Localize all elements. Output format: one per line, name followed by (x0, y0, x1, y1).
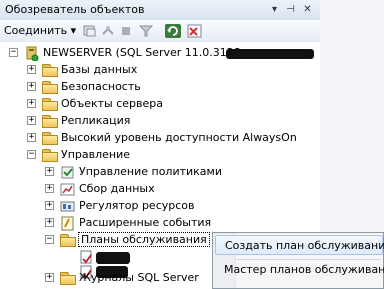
toolbar: Соединить ▾ (0, 20, 320, 43)
context-menu: Создать план обслуживания... Мастер план… (212, 232, 384, 289)
tree-node-label: Журналы SQL Server (79, 271, 199, 284)
maintenance-plan-icon (80, 250, 92, 264)
expand-icon[interactable]: + (45, 167, 54, 176)
folder-icon (42, 115, 58, 128)
folder-open-icon (60, 234, 76, 247)
tree-node-label: Расширенные события (79, 216, 212, 229)
tree-node-label: Управление (61, 148, 131, 161)
expand-icon[interactable]: + (45, 218, 54, 227)
tree-node[interactable]: + Расширенные события (0, 215, 320, 232)
tree-node-server[interactable]: − NEWSERVER (SQL Server 11.0.3128 - (0, 45, 320, 62)
tree-node[interactable]: + Объекты сервера (0, 96, 320, 113)
tree-node-management[interactable]: − Управление (0, 147, 320, 164)
refresh-icon[interactable] (165, 24, 181, 38)
title-bar: Обозреватель объектов ▾ ⊣ ✕ (0, 0, 320, 21)
menu-item-label: Создать план обслуживания... (225, 239, 384, 252)
close-icon[interactable]: ✕ (301, 3, 314, 16)
expand-icon[interactable]: + (27, 99, 36, 108)
expand-icon[interactable]: + (27, 133, 36, 142)
folder-icon (60, 272, 76, 285)
expand-icon[interactable]: + (45, 273, 54, 282)
tree-node-label: Высокий уровень доступности AlwaysOn (61, 131, 297, 144)
connect-button[interactable]: Соединить ▾ (4, 24, 76, 37)
connect-icon[interactable] (82, 24, 98, 38)
tree-node-label: Безопасность (61, 80, 141, 93)
collapse-icon[interactable]: − (45, 235, 54, 244)
tree-node[interactable]: + Регулятор ресурсов (0, 198, 320, 215)
tree-node[interactable]: + Сбор данных (0, 181, 320, 198)
tree-node-label: Управление политиками (79, 165, 222, 178)
window-position-icon[interactable]: ▾ (268, 3, 281, 16)
tree-node-label: Репликация (61, 114, 131, 127)
pin-icon[interactable]: ⊣ (284, 3, 297, 16)
disconnect-icon[interactable] (100, 24, 116, 38)
menu-item-label: Мастер планов обслуживания (224, 263, 384, 276)
object-explorer-panel: Обозреватель объектов ▾ ⊣ ✕ Соединить ▾ (0, 0, 384, 289)
redacted-text (96, 252, 130, 264)
redacted-text (226, 49, 314, 59)
tree-node[interactable]: + Безопасность (0, 79, 320, 96)
expand-icon[interactable]: + (27, 82, 36, 91)
menu-item-maintenance-plan-wizard[interactable]: Мастер планов обслуживания (215, 260, 384, 280)
server-icon (26, 46, 39, 61)
tree-node-label: Регулятор ресурсов (79, 199, 195, 212)
folder-icon (42, 81, 58, 94)
filter-icon[interactable] (138, 24, 154, 38)
activity-monitor-icon[interactable] (187, 24, 203, 38)
server-label: NEWSERVER (SQL Server 11.0.3128 - (43, 46, 249, 59)
policy-management-icon (61, 166, 74, 179)
tree-node-label: Сбор данных (79, 182, 155, 195)
tree-node-label-selected: Планы обслуживания (78, 232, 210, 247)
folder-icon (42, 98, 58, 111)
folder-icon (42, 64, 58, 77)
expand-icon[interactable]: + (45, 201, 54, 210)
tree-node[interactable]: + Базы данных (0, 62, 320, 79)
collapse-icon[interactable]: − (27, 150, 36, 159)
folder-icon (42, 132, 58, 145)
expand-icon[interactable]: + (45, 184, 54, 193)
tree-node-label: Базы данных (61, 63, 138, 76)
tree-node[interactable]: + Репликация (0, 113, 320, 130)
extended-events-icon (61, 216, 74, 231)
resource-governor-icon (60, 201, 75, 212)
folder-open-icon (42, 149, 58, 162)
tree-node[interactable]: + Управление политиками (0, 164, 320, 181)
collapse-icon[interactable]: − (9, 48, 18, 57)
window-title: Обозреватель объектов (5, 3, 145, 16)
tree-node[interactable]: + Высокий уровень доступности AlwaysOn (0, 130, 320, 147)
expand-icon[interactable]: + (27, 116, 36, 125)
expand-icon[interactable]: + (27, 65, 36, 74)
data-collection-icon (60, 183, 75, 196)
tree-node-label: Объекты сервера (61, 97, 163, 110)
menu-item-new-maintenance-plan[interactable]: Создать план обслуживания... (215, 235, 384, 255)
stop-icon[interactable] (118, 24, 134, 38)
